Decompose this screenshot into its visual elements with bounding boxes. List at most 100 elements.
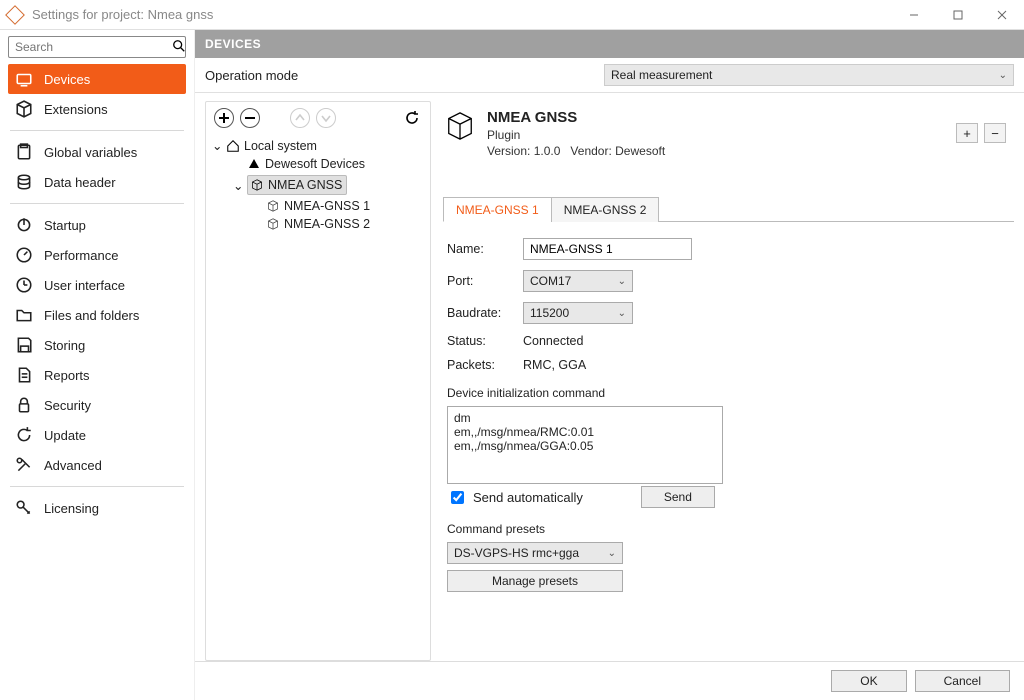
tree-item-dewesoft[interactable]: Dewesoft Devices (233, 155, 424, 173)
sidebar-item-ui[interactable]: User interface (8, 270, 186, 300)
name-label: Name: (447, 242, 523, 256)
device-tree-panel: ⌄ Local system Dewesoft Devices ⌄ (205, 101, 431, 661)
operation-mode-label: Operation mode (205, 68, 298, 83)
ok-button[interactable]: OK (831, 670, 906, 692)
baudrate-select[interactable]: 115200⌄ (523, 302, 633, 324)
add-tab-button[interactable]: + (956, 123, 978, 143)
power-icon (14, 216, 34, 234)
lock-icon (14, 396, 34, 414)
baudrate-label: Baudrate: (447, 306, 523, 320)
sidebar-item-storing[interactable]: Storing (8, 330, 186, 360)
refresh-icon (14, 426, 34, 444)
devices-icon (14, 70, 34, 88)
manage-presets-button[interactable]: Manage presets (447, 570, 623, 592)
operation-mode-select[interactable]: Real measurement ⌄ (604, 64, 1014, 86)
remove-device-button[interactable] (240, 108, 260, 128)
close-button[interactable] (980, 0, 1024, 30)
chevron-down-icon: ⌄ (608, 548, 616, 559)
cube-icon (266, 217, 280, 231)
operation-mode-value: Real measurement (611, 68, 712, 82)
tree-expander[interactable]: ⌄ (212, 138, 222, 153)
key-icon (14, 499, 34, 517)
sidebar-item-label: Global variables (44, 145, 137, 160)
presets-label: Command presets (447, 522, 1010, 536)
sidebar-item-label: Startup (44, 218, 86, 233)
device-cube-icon (445, 111, 475, 141)
titlebar: Settings for project: Nmea gnss (0, 0, 1024, 30)
sidebar-item-label: Reports (44, 368, 90, 383)
refresh-tree-button[interactable] (402, 108, 422, 128)
remove-tab-button[interactable]: − (984, 123, 1006, 143)
sidebar-item-label: Update (44, 428, 86, 443)
device-tabs: NMEA-GNSS 1 NMEA-GNSS 2 (443, 196, 1014, 222)
sidebar-item-advanced[interactable]: Advanced (8, 450, 186, 480)
init-cmd-textarea[interactable]: dm em,,/msg/nmea/RMC:0.01 em,,/msg/nmea/… (447, 406, 723, 484)
tools-icon (14, 456, 34, 474)
tree-item-label: NMEA-GNSS 1 (284, 199, 370, 213)
search-icon (172, 39, 186, 56)
packets-label: Packets: (447, 358, 523, 372)
tree-root[interactable]: ⌄ Local system (212, 136, 424, 155)
sidebar-item-licensing[interactable]: Licensing (8, 493, 186, 523)
tab-nmea2[interactable]: NMEA-GNSS 2 (551, 197, 660, 222)
sidebar-item-label: Advanced (44, 458, 102, 473)
tree-item-nmea1[interactable]: NMEA-GNSS 1 (266, 197, 424, 215)
cube-icon (14, 100, 34, 118)
tree-item-nmea-parent[interactable]: ⌄ NMEA GNSS (233, 173, 424, 197)
send-auto-checkbox[interactable] (451, 491, 464, 504)
device-subtitle: Plugin (487, 128, 665, 142)
operation-mode-row: Operation mode Real measurement ⌄ (195, 58, 1024, 93)
clipboard-icon (14, 143, 34, 161)
sidebar-item-global-vars[interactable]: Global variables (8, 137, 186, 167)
sidebar-item-extensions[interactable]: Extensions (8, 94, 186, 124)
sidebar-item-security[interactable]: Security (8, 390, 186, 420)
content-area: DEVICES Operation mode Real measurement … (195, 30, 1024, 700)
move-up-button[interactable] (290, 108, 310, 128)
cube-icon (266, 199, 280, 213)
chevron-down-icon: ⌄ (999, 70, 1007, 81)
maximize-button[interactable] (936, 0, 980, 30)
name-input[interactable] (523, 238, 692, 260)
sidebar-item-label: Storing (44, 338, 85, 353)
sidebar-item-label: Devices (44, 72, 90, 87)
home-icon (226, 139, 240, 153)
sidebar-item-reports[interactable]: Reports (8, 360, 186, 390)
tree-root-label: Local system (244, 139, 317, 153)
cancel-button[interactable]: Cancel (915, 670, 1010, 692)
tree-item-label: NMEA-GNSS 2 (284, 217, 370, 231)
dialog-footer: OK Cancel (195, 661, 1024, 700)
move-down-button[interactable] (316, 108, 336, 128)
send-button[interactable]: Send (641, 486, 715, 508)
folder-icon (14, 306, 34, 324)
preset-select[interactable]: DS-VGPS-HS rmc+gga⌄ (447, 542, 623, 564)
sidebar-item-update[interactable]: Update (8, 420, 186, 450)
window-title: Settings for project: Nmea gnss (32, 7, 213, 22)
device-detail-panel: NMEA GNSS Plugin Version: 1.0.0 Vendor: … (443, 101, 1014, 661)
sidebar-item-startup[interactable]: Startup (8, 210, 186, 240)
clock-icon (14, 276, 34, 294)
tab-nmea1[interactable]: NMEA-GNSS 1 (443, 197, 552, 222)
device-tree: ⌄ Local system Dewesoft Devices ⌄ (206, 134, 430, 239)
status-label: Status: (447, 334, 523, 348)
add-device-button[interactable] (214, 108, 234, 128)
sidebar-item-performance[interactable]: Performance (8, 240, 186, 270)
packets-value: RMC, GGA (523, 358, 586, 372)
document-icon (14, 366, 34, 384)
chevron-down-icon: ⌄ (618, 308, 626, 319)
minimize-button[interactable] (892, 0, 936, 30)
sidebar-item-devices[interactable]: Devices (8, 64, 186, 94)
save-icon (14, 336, 34, 354)
gauge-icon (14, 246, 34, 264)
tree-item-nmea2[interactable]: NMEA-GNSS 2 (266, 215, 424, 233)
sidebar-item-data-header[interactable]: Data header (8, 167, 186, 197)
tree-item-label: NMEA GNSS (268, 178, 342, 192)
sidebar-item-label: Files and folders (44, 308, 139, 323)
cube-icon (250, 178, 264, 192)
sidebar-item-label: Extensions (44, 102, 108, 117)
sidebar-item-files[interactable]: Files and folders (8, 300, 186, 330)
search-input[interactable] (13, 39, 172, 55)
port-select[interactable]: COM17⌄ (523, 270, 633, 292)
database-icon (14, 173, 34, 191)
tree-expander[interactable]: ⌄ (233, 178, 243, 193)
search-box[interactable] (8, 36, 186, 58)
